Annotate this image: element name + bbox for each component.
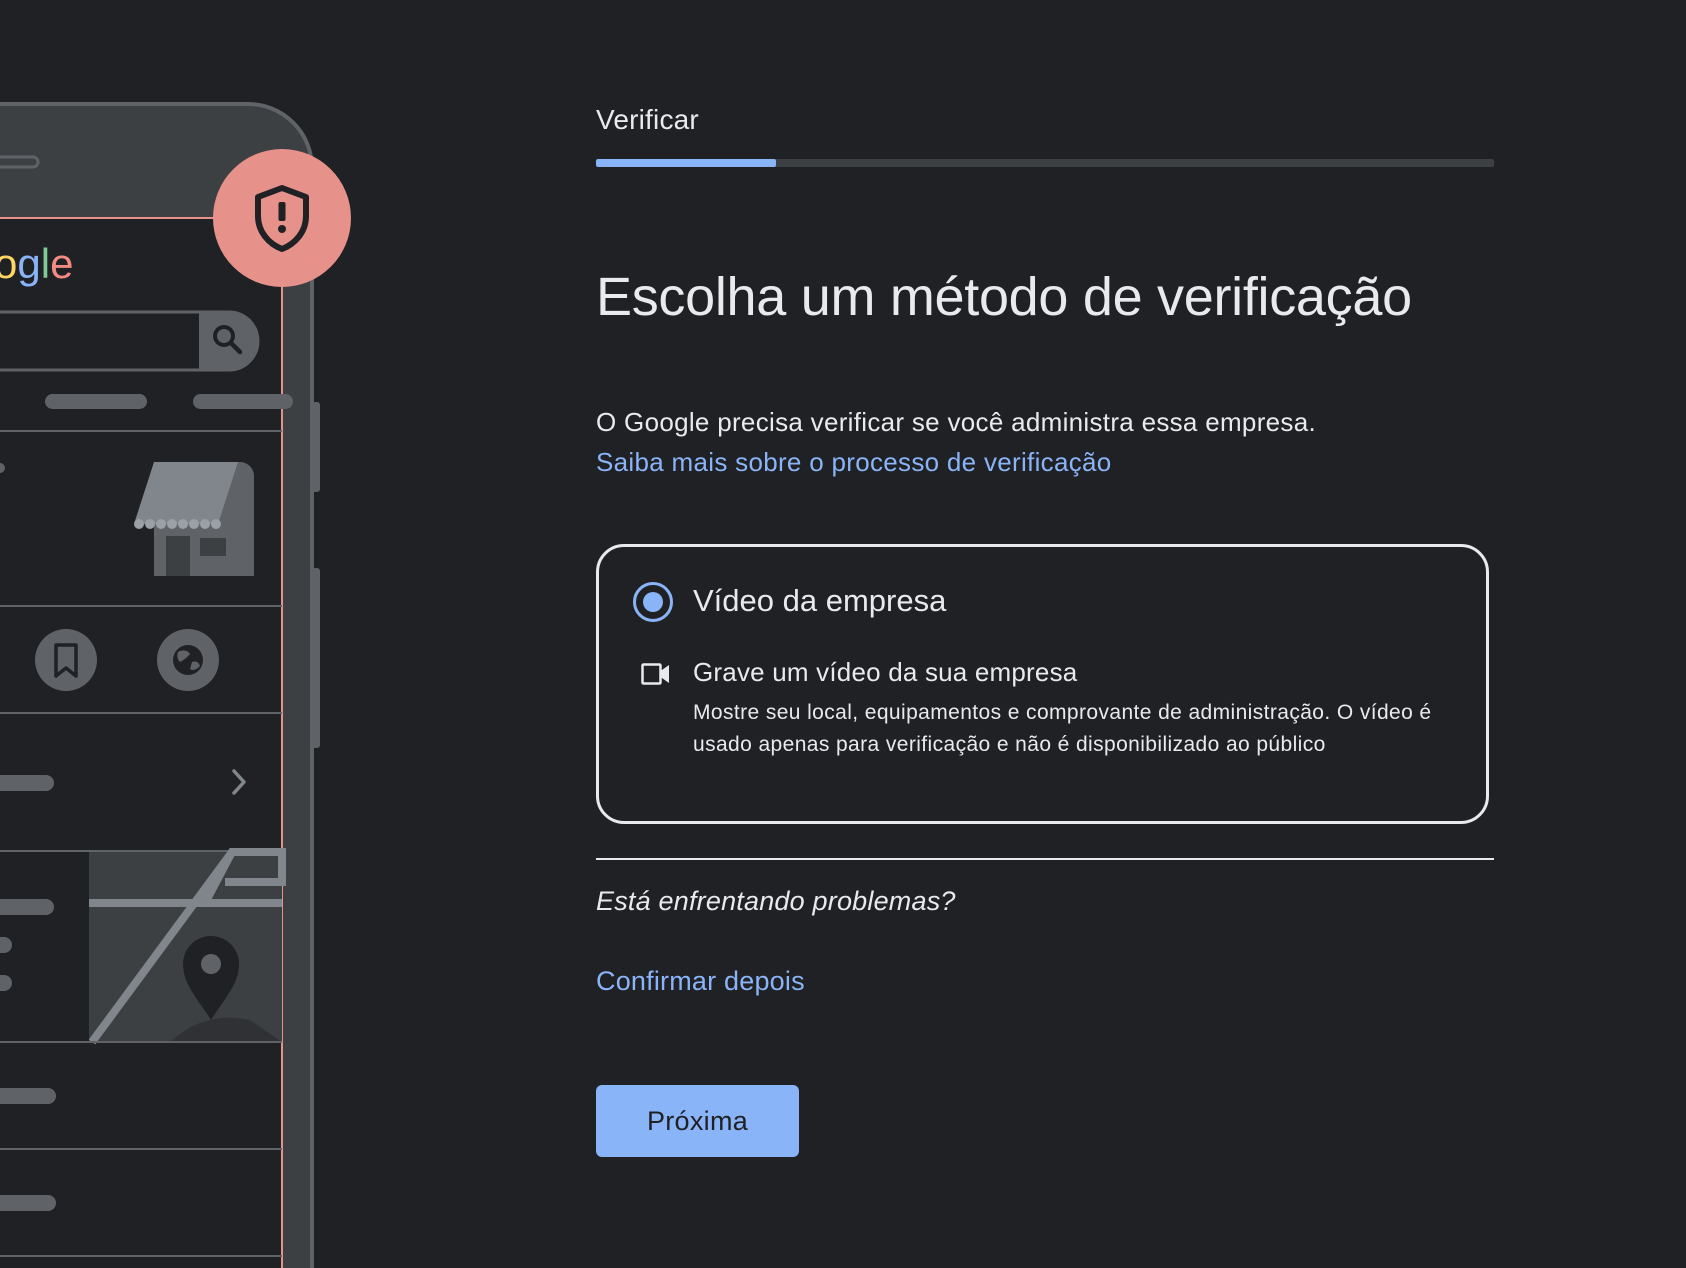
option-radio-button[interactable] xyxy=(633,582,673,622)
description-text: O Google precisa verificar se você admin… xyxy=(596,407,1316,437)
trouble-text: Está enfrentando problemas? xyxy=(596,886,956,916)
phone-side-button xyxy=(312,568,320,748)
section-divider xyxy=(596,858,1494,860)
phone-mockup: ogle xyxy=(0,102,351,1268)
logo-letter-l: l xyxy=(41,240,50,287)
phone-illustration: ogle xyxy=(0,0,400,1268)
page-title: Escolha um método de verificação xyxy=(596,267,1412,327)
logo-letter-o: o xyxy=(0,240,17,287)
step-label: Verificar xyxy=(596,104,699,135)
phone-screen xyxy=(0,218,282,1268)
progress-bar xyxy=(596,159,1494,167)
videocam-icon xyxy=(641,663,669,685)
google-logo-fragment: ogle xyxy=(0,240,73,287)
confirm-later-link[interactable]: Confirmar depois xyxy=(596,966,805,997)
globe-icon xyxy=(173,645,203,675)
option-description: Mostre seu local, equipamentos e comprov… xyxy=(693,701,1432,756)
search-button-bg xyxy=(199,312,258,370)
verification-option-card[interactable]: Vídeo da empresa Grave um vídeo da sua e… xyxy=(596,544,1489,824)
bookmark-action xyxy=(35,629,97,691)
logo-letter-e: e xyxy=(50,240,73,287)
phone-side-button xyxy=(312,402,320,492)
progress-fill xyxy=(596,159,776,167)
next-button[interactable]: Próxima xyxy=(596,1085,799,1157)
learn-more-link[interactable]: Saiba mais sobre o processo de verificaç… xyxy=(596,442,1316,482)
description: O Google precisa verificar se você admin… xyxy=(596,402,1316,482)
logo-letter-g: g xyxy=(17,240,40,287)
option-title: Vídeo da empresa xyxy=(693,583,947,618)
option-subtitle: Grave um vídeo da sua empresa xyxy=(693,657,1078,687)
verification-panel: Verificar Escolha um método de verificaç… xyxy=(596,0,1494,1268)
radio-selected-dot xyxy=(643,592,663,612)
verification-page: ogle Verificar Escolha um método de veri… xyxy=(0,0,1686,1268)
